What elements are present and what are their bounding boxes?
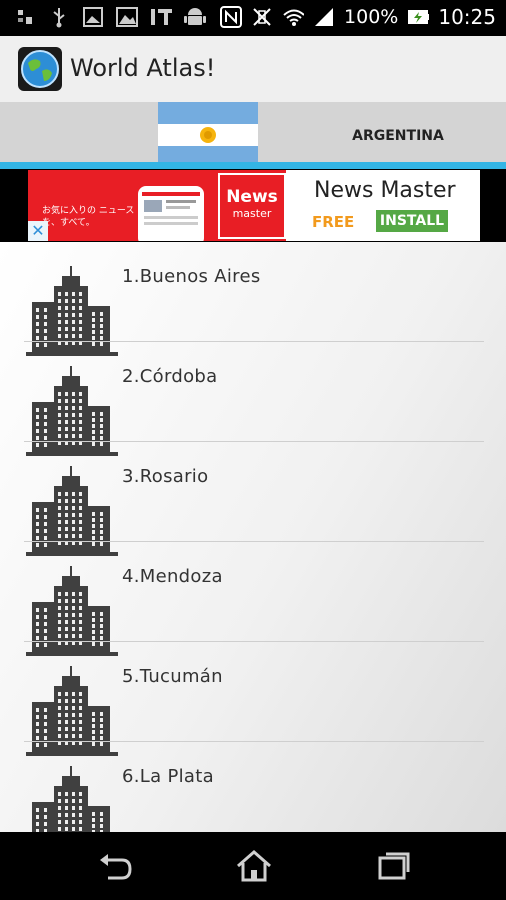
city-row[interactable]: 4.Mendoza bbox=[0, 542, 506, 656]
action-bar: World Atlas! bbox=[0, 36, 506, 102]
app-title: World Atlas! bbox=[70, 54, 216, 82]
city-name: 5.Tucumán bbox=[122, 666, 223, 687]
navigation-bar bbox=[0, 832, 506, 900]
ad-image[interactable]: お気に入りの ニュースを、すべて。 News master bbox=[28, 170, 286, 241]
logo-line2: master bbox=[232, 207, 272, 220]
ad-japanese-text: お気に入りの ニュースを、すべて。 bbox=[42, 206, 135, 228]
city-name: 2.Córdoba bbox=[122, 366, 218, 387]
vibrate-off-icon bbox=[251, 6, 273, 28]
usb-debug-icon bbox=[14, 6, 36, 28]
status-bar: 100% 10:25 bbox=[0, 0, 506, 36]
nfc-icon bbox=[220, 6, 243, 28]
ad-banner[interactable]: お気に入りの ニュースを、すべて。 News master News Maste… bbox=[28, 170, 480, 241]
image-icon bbox=[116, 6, 138, 28]
city-name: 1.Buenos Aires bbox=[122, 266, 261, 287]
city-row[interactable]: 3.Rosario bbox=[0, 442, 506, 556]
it-icon bbox=[150, 6, 172, 28]
clock: 10:25 bbox=[438, 5, 496, 29]
ad-close-icon[interactable]: ✕ bbox=[28, 221, 48, 241]
news-master-logo: News master bbox=[218, 173, 286, 239]
city-name: 4.Mendoza bbox=[122, 566, 223, 587]
image-icon bbox=[82, 6, 104, 28]
city-row[interactable]: 5.Tucumán bbox=[0, 642, 506, 756]
recent-apps-icon[interactable] bbox=[374, 848, 414, 884]
ad-price: FREE bbox=[312, 213, 355, 231]
tab-indicator bbox=[0, 162, 506, 169]
phone-illustration bbox=[138, 186, 204, 241]
install-button[interactable]: INSTALL bbox=[376, 210, 448, 232]
city-building-icon bbox=[26, 766, 118, 832]
back-icon[interactable] bbox=[96, 848, 136, 884]
ad-app-name: News Master bbox=[314, 178, 456, 203]
city-name: 3.Rosario bbox=[122, 466, 209, 487]
country-name-tab[interactable]: ARGENTINA bbox=[318, 128, 478, 144]
city-name: 6.La Plata bbox=[122, 766, 214, 787]
wifi-icon bbox=[282, 6, 305, 28]
signal-icon bbox=[313, 6, 335, 28]
argentina-flag-tab[interactable] bbox=[158, 102, 258, 168]
city-row[interactable]: 2.Córdoba bbox=[0, 342, 506, 456]
logo-line1: News bbox=[226, 187, 278, 207]
home-icon[interactable] bbox=[234, 848, 274, 884]
city-list[interactable]: 1.Buenos Aires 2.Córdoba 3.Rosario 4.Mendoz… bbox=[0, 242, 506, 832]
city-row[interactable]: 1.Buenos Aires bbox=[0, 242, 506, 356]
android-icon bbox=[184, 6, 206, 28]
globe-icon[interactable] bbox=[18, 47, 62, 91]
battery-icon bbox=[407, 6, 430, 28]
battery-percent: 100% bbox=[344, 6, 399, 28]
usb-icon bbox=[48, 6, 70, 28]
city-row[interactable]: 6.La Plata bbox=[0, 742, 506, 832]
